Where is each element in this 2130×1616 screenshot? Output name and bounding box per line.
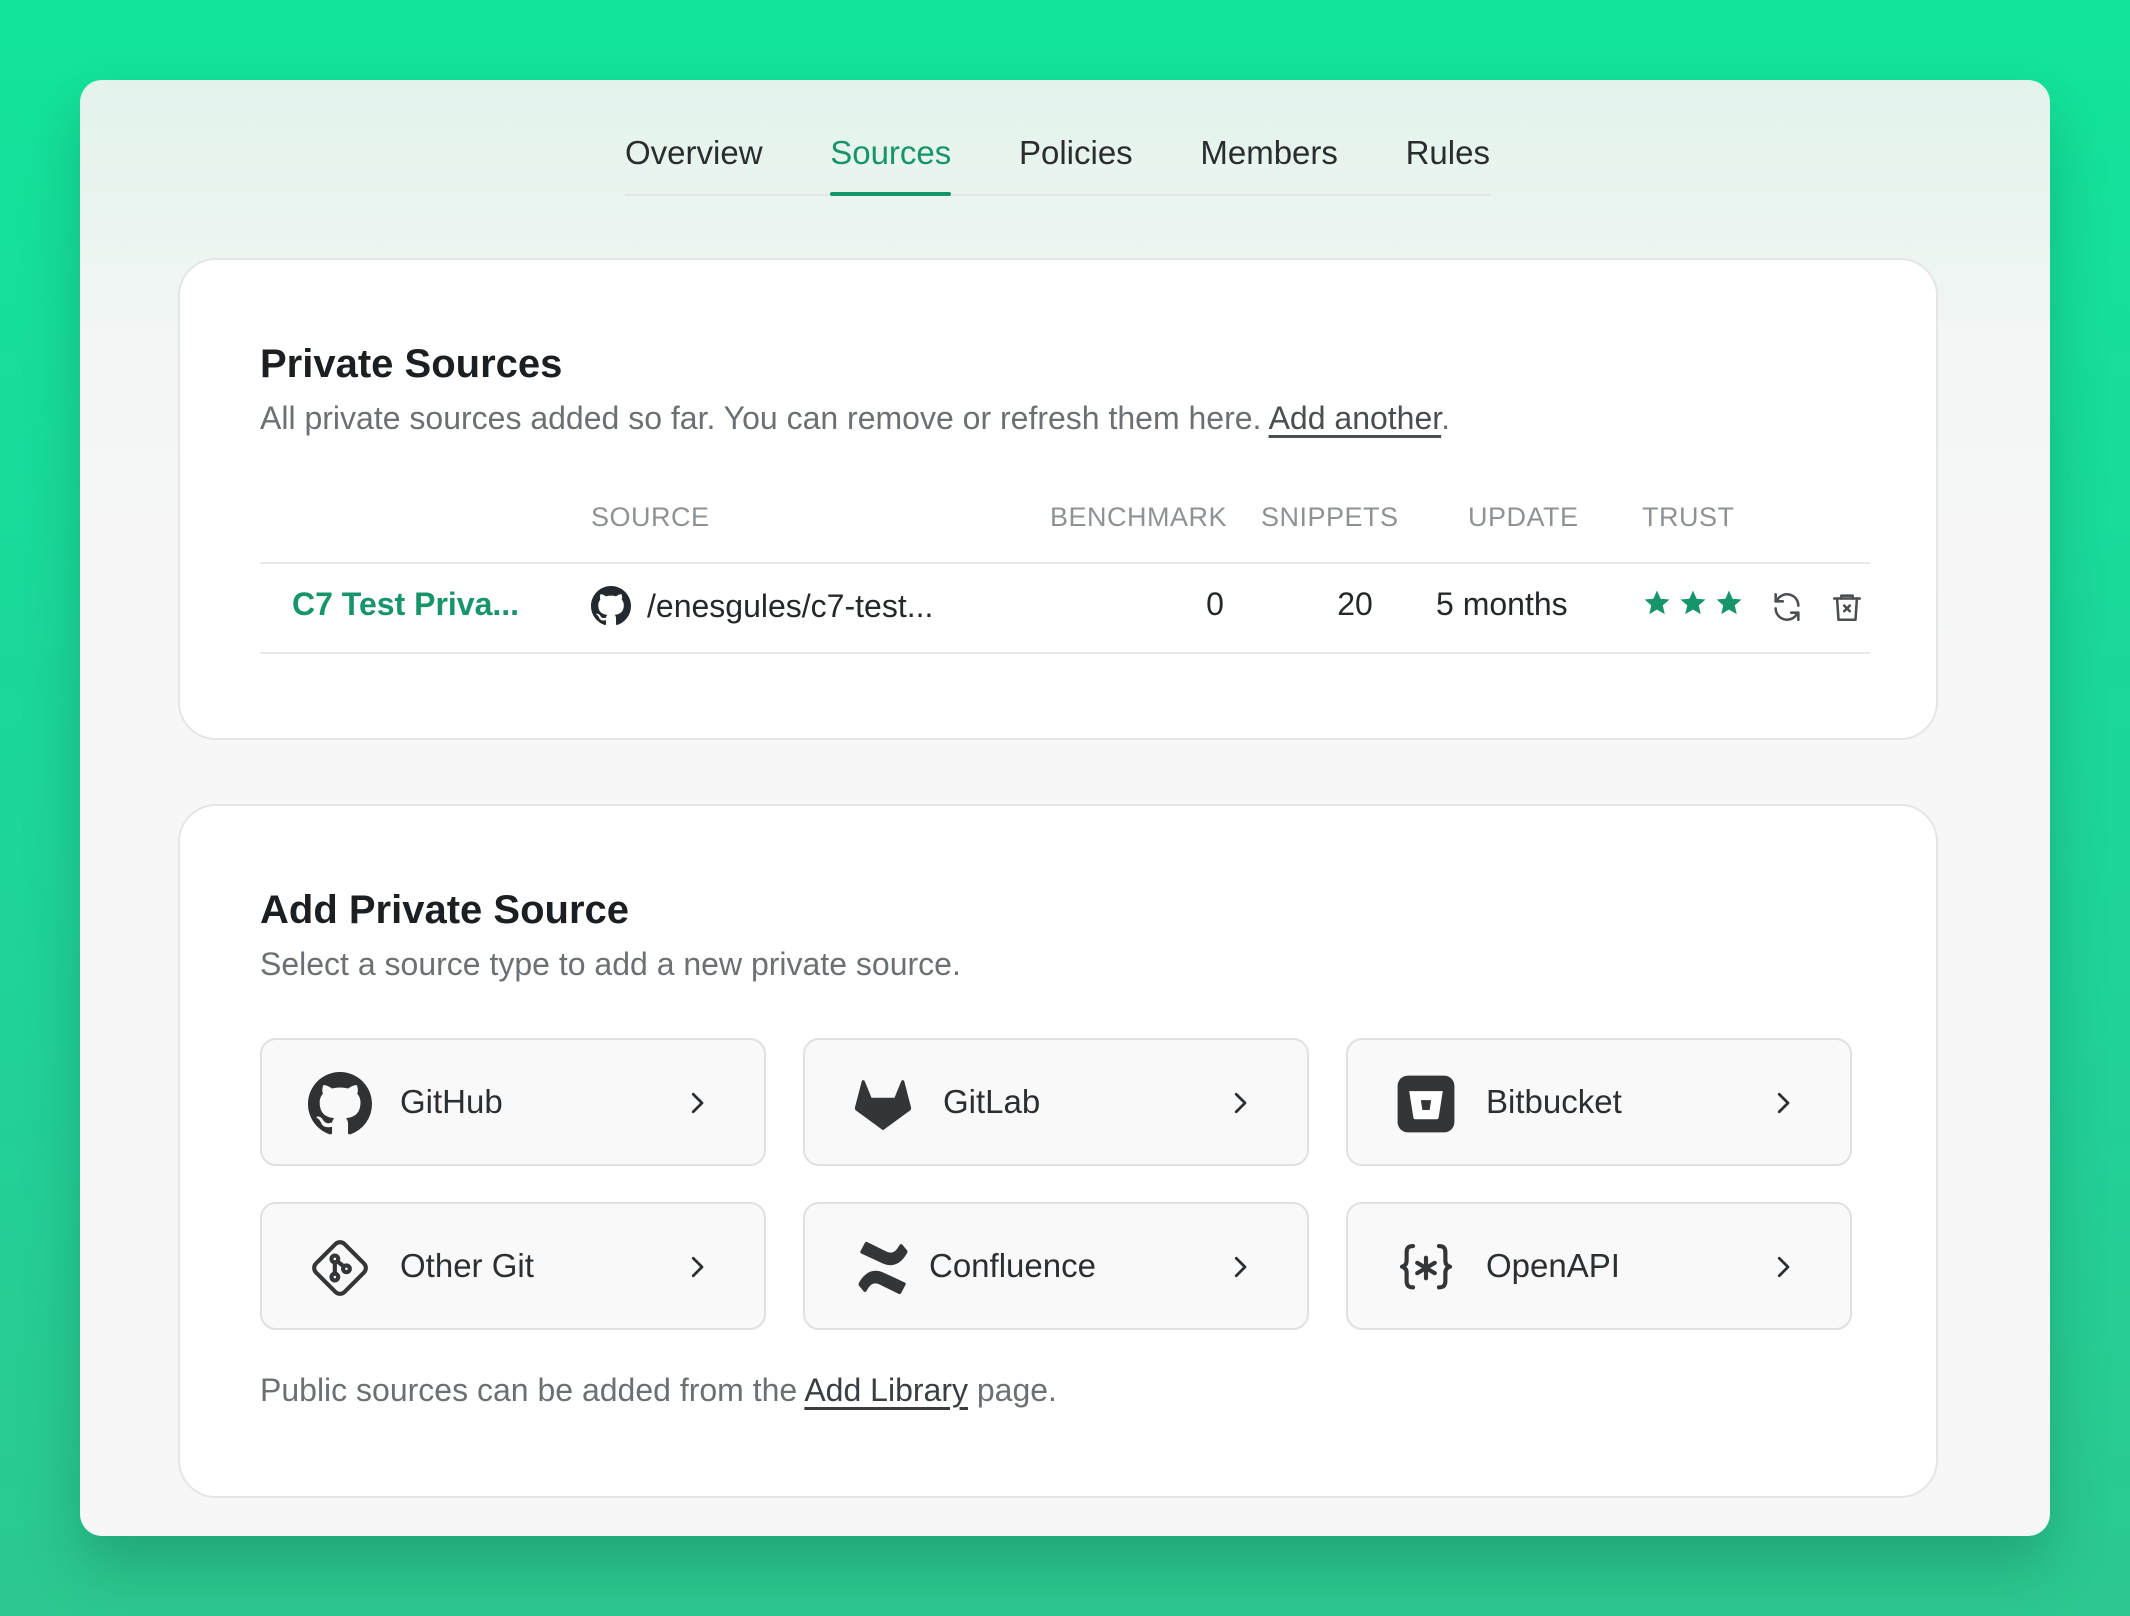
column-snippets: SNIPPETS bbox=[1261, 502, 1399, 532]
bitbucket-source-button[interactable]: Bitbucket bbox=[1346, 1038, 1852, 1166]
confluence-label: Confluence bbox=[929, 1247, 1096, 1284]
openapi-source-button[interactable]: OpenAPI bbox=[1346, 1202, 1852, 1330]
add-private-source-card: Add Private Source Select a source type … bbox=[178, 804, 1938, 1498]
tab-sources[interactable]: Sources bbox=[830, 126, 952, 196]
chevron-right-icon bbox=[691, 1092, 704, 1114]
confluence-source-button[interactable]: Confluence bbox=[803, 1202, 1309, 1330]
refresh-button[interactable] bbox=[1770, 590, 1804, 624]
delete-button[interactable] bbox=[1830, 590, 1864, 624]
add-another-link[interactable]: Add another bbox=[1269, 400, 1442, 436]
other-git-label: Other Git bbox=[400, 1247, 534, 1284]
source-name-link[interactable]: C7 Test Priva... bbox=[292, 586, 519, 623]
subtitle-text: All private sources added so far. You ca… bbox=[260, 400, 1262, 436]
column-trust: TRUST bbox=[1642, 502, 1735, 532]
column-benchmark: BENCHMARK bbox=[1050, 502, 1228, 532]
public-sources-note: Public sources can be added from the Add… bbox=[260, 1372, 1057, 1409]
confluence-icon bbox=[851, 1236, 915, 1300]
update-value: 5 months bbox=[1436, 586, 1568, 622]
star-icon bbox=[1716, 590, 1742, 615]
star-icon bbox=[1644, 590, 1670, 615]
bitbucket-icon bbox=[1394, 1072, 1458, 1136]
add-source-subtitle: Select a source type to add a new privat… bbox=[260, 946, 961, 982]
private-sources-title: Private Sources bbox=[260, 342, 563, 386]
trash-icon bbox=[1832, 594, 1862, 622]
column-update: UPDATE bbox=[1468, 502, 1579, 532]
git-icon bbox=[308, 1236, 372, 1300]
other-git-source-button[interactable]: Other Git bbox=[260, 1202, 766, 1330]
private-sources-card: Private Sources All private sources adde… bbox=[178, 258, 1938, 740]
sources-table-header: SOURCE BENCHMARK SNIPPETS UPDATE TRUST bbox=[260, 482, 1870, 564]
table-row: C7 Test Priva... /enesgules/c7-test... 0… bbox=[260, 564, 1870, 654]
add-source-title: Add Private Source bbox=[260, 888, 630, 932]
tab-bar: Overview Sources Policies Members Rules bbox=[625, 126, 1490, 196]
github-icon bbox=[591, 586, 631, 626]
footer-pre-text: Public sources can be added from the bbox=[260, 1372, 805, 1408]
chevron-right-icon bbox=[1234, 1092, 1247, 1114]
subtitle-period: . bbox=[1441, 400, 1451, 436]
tab-overview[interactable]: Overview bbox=[625, 126, 763, 194]
star-icon bbox=[1680, 590, 1706, 615]
app-window: Overview Sources Policies Members Rules … bbox=[80, 80, 2050, 1536]
chevron-right-icon bbox=[1777, 1092, 1790, 1114]
trust-rating bbox=[1642, 588, 1744, 618]
github-source-button[interactable]: GitHub bbox=[260, 1038, 766, 1166]
column-source: SOURCE bbox=[591, 502, 710, 532]
footer-post-text: page. bbox=[967, 1372, 1057, 1408]
tab-members[interactable]: Members bbox=[1200, 126, 1338, 194]
openapi-label: OpenAPI bbox=[1486, 1247, 1620, 1284]
source-path-text: /enesgules/c7-test... bbox=[647, 587, 934, 624]
snippets-value: 20 bbox=[1337, 586, 1373, 622]
github-icon bbox=[308, 1072, 372, 1136]
openapi-icon bbox=[1394, 1236, 1458, 1300]
gitlab-icon bbox=[851, 1072, 915, 1136]
tab-rules[interactable]: Rules bbox=[1406, 126, 1490, 194]
source-path: /enesgules/c7-test... bbox=[591, 586, 933, 626]
private-sources-subtitle: All private sources added so far. You ca… bbox=[260, 400, 1450, 437]
bitbucket-label: Bitbucket bbox=[1486, 1083, 1622, 1120]
add-library-link[interactable]: Add Library bbox=[804, 1372, 968, 1408]
benchmark-value: 0 bbox=[1206, 586, 1224, 622]
gitlab-label: GitLab bbox=[943, 1083, 1041, 1120]
tab-policies[interactable]: Policies bbox=[1019, 126, 1133, 194]
github-label: GitHub bbox=[400, 1083, 503, 1120]
chevron-right-icon bbox=[1777, 1256, 1790, 1278]
chevron-right-icon bbox=[1234, 1256, 1247, 1278]
gitlab-source-button[interactable]: GitLab bbox=[803, 1038, 1309, 1166]
chevron-right-icon bbox=[691, 1256, 704, 1278]
refresh-icon bbox=[1774, 592, 1800, 622]
